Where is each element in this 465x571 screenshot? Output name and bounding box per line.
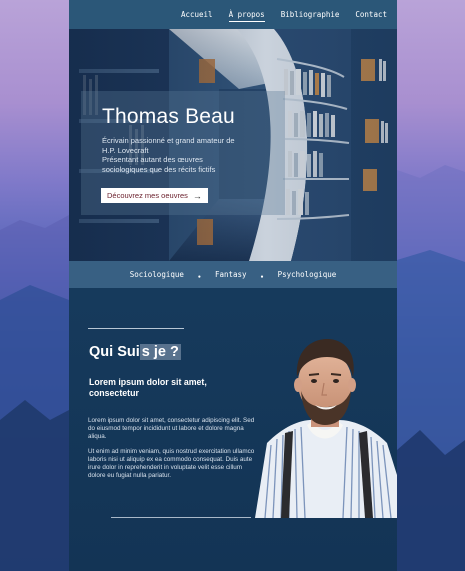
nav-link-bibliographie[interactable]: Bibliographie bbox=[281, 10, 340, 19]
about-section: Qui Sui s je ? Lorem ipsum dolor sit amet… bbox=[69, 288, 397, 571]
category-sociologique[interactable]: Sociologique bbox=[130, 270, 184, 279]
author-name: Thomas Beau bbox=[102, 105, 235, 128]
author-portrait bbox=[247, 325, 397, 518]
about-heading-text: Qui Sui bbox=[89, 344, 140, 360]
nav-link-accueil[interactable]: Accueil bbox=[181, 10, 213, 19]
about-paragraph: Ut enim ad minim veniam, quis nostrud ex… bbox=[88, 448, 255, 480]
author-description-line: Présentant autant des œuvres bbox=[102, 155, 203, 165]
arrow-right-icon: → bbox=[192, 190, 202, 201]
author-description-line: Écrivain passionné et grand amateur de bbox=[102, 136, 235, 145]
category-bar: Sociologique ● Fantasy ● Psychologique bbox=[69, 261, 397, 288]
divider-line bbox=[88, 328, 184, 329]
hero-section: Thomas Beau Écrivain passionné et grand … bbox=[69, 29, 397, 261]
about-heading: Qui Sui s je ? bbox=[89, 344, 181, 360]
author-description: Écrivain passionné et grand amateur de H… bbox=[102, 136, 262, 174]
category-psychologique[interactable]: Psychologique bbox=[278, 270, 337, 279]
nav-link-contact[interactable]: Contact bbox=[355, 10, 387, 19]
nav-link-a-propos[interactable]: À propos bbox=[228, 10, 265, 22]
separator-dot-icon: ● bbox=[197, 273, 201, 280]
divider-line bbox=[111, 517, 251, 518]
author-description-line: H.P. Lovecraft bbox=[102, 145, 149, 155]
discover-works-label: Découvrez mes oeuvres bbox=[107, 191, 188, 200]
top-navigation: Accueil À propos Bibliographie Contact bbox=[69, 0, 397, 29]
about-subheading: Lorem ipsum dolor sit amet, consectetur bbox=[89, 377, 207, 398]
category-fantasy[interactable]: Fantasy bbox=[215, 270, 247, 279]
discover-works-button[interactable]: Découvrez mes oeuvres → bbox=[101, 188, 208, 203]
about-paragraph: Lorem ipsum dolor sit amet, consectetur … bbox=[88, 417, 255, 441]
separator-dot-icon: ● bbox=[260, 273, 264, 280]
website-frame: Accueil À propos Bibliographie Contact T… bbox=[69, 0, 397, 571]
author-description-line: sociologiques que des récits fictifs bbox=[102, 164, 216, 174]
about-heading-highlight: s je ? bbox=[139, 344, 181, 360]
